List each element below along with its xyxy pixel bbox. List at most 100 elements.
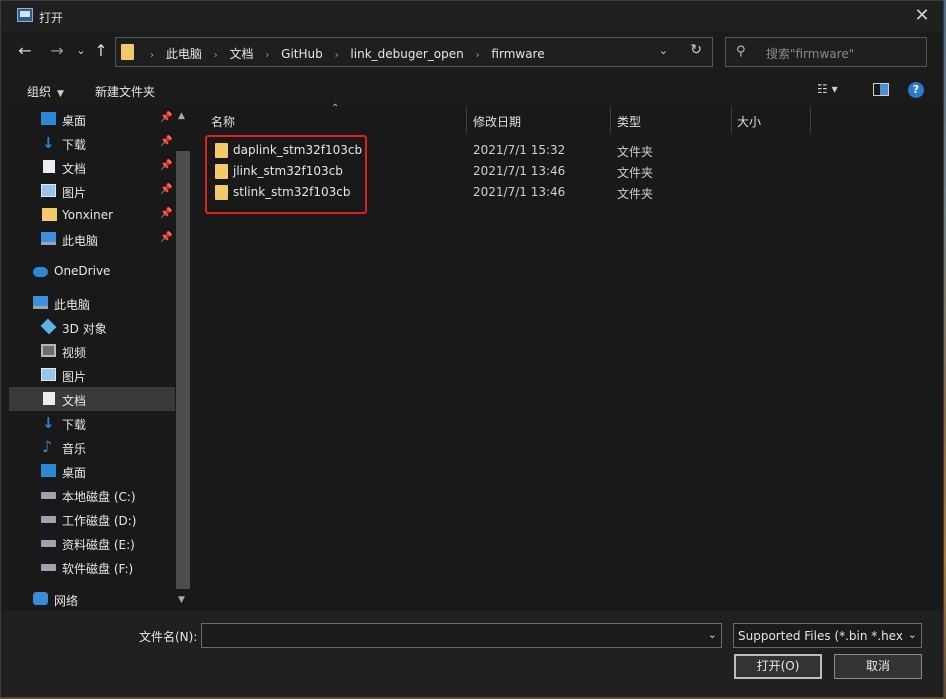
filename-label: 文件名(N):	[139, 630, 198, 644]
download-icon: ↓	[42, 134, 55, 152]
sidebar-item-label: 图片	[62, 186, 87, 200]
sidebar-item-downloads-pc[interactable]: ↓ 下载	[9, 411, 175, 435]
breadcrumb-item[interactable]: 此电脑	[166, 45, 202, 62]
network-icon	[33, 592, 48, 605]
chevron-down-icon[interactable]: ⌄	[708, 628, 717, 641]
file-date: 2021/7/1 13:46	[473, 164, 566, 178]
sidebar-item-pictures-pc[interactable]: 图片	[9, 363, 175, 387]
sidebar-item-network[interactable]: 网络	[9, 587, 175, 611]
dialog-footer: 文件名(N): ⌄ Supported Files (*.bin *.hex *…	[1, 611, 943, 697]
file-type: 文件夹	[617, 166, 654, 180]
sidebar-item-videos[interactable]: 视频	[9, 339, 175, 363]
sidebar-item-drive-e[interactable]: 资料磁盘 (E:)	[9, 531, 175, 555]
desktop-icon	[41, 112, 56, 125]
chevron-down-icon[interactable]: ⌄	[659, 44, 668, 57]
sidebar-item-pictures[interactable]: 图片 📌	[9, 179, 175, 203]
column-header-size[interactable]: 大小	[732, 107, 812, 133]
sidebar-item-label: 资料磁盘 (E:)	[62, 538, 135, 552]
sidebar-item-label: 下载	[62, 138, 87, 152]
this-pc-icon	[33, 296, 48, 309]
open-button[interactable]: 打开(O)	[734, 654, 822, 679]
file-type-filter-select[interactable]: Supported Files (*.bin *.hex * ⌄	[733, 623, 922, 648]
scrollbar-thumb[interactable]	[176, 151, 190, 589]
organize-button[interactable]: 组织 ▼	[27, 83, 64, 100]
column-divider[interactable]	[810, 107, 811, 133]
column-header-label: 名称	[211, 115, 236, 129]
column-header-name[interactable]: ⌃ 名称	[193, 103, 467, 133]
chevron-right-icon[interactable]: ›	[150, 50, 154, 61]
sidebar-item-desktop-pc[interactable]: 桌面	[9, 459, 175, 483]
sidebar-item-label: 桌面	[62, 114, 87, 128]
sidebar-item-drive-f[interactable]: 软件磁盘 (F:)	[9, 555, 175, 579]
up-arrow-icon[interactable]: ↑	[91, 41, 111, 61]
scroll-up-icon[interactable]: ▲	[178, 111, 185, 121]
sidebar-item-label: 软件磁盘 (F:)	[62, 562, 134, 576]
cancel-button[interactable]: 取消	[834, 654, 922, 679]
download-icon: ↓	[42, 414, 55, 432]
sidebar-item-label: 桌面	[62, 466, 87, 480]
column-header-type[interactable]: 类型	[611, 107, 732, 133]
new-folder-button[interactable]: 新建文件夹	[95, 83, 155, 100]
sidebar-item-this-pc[interactable]: 此电脑 📌	[9, 227, 175, 251]
pin-icon: 📌	[160, 136, 173, 147]
file-type: 文件夹	[617, 187, 654, 201]
sidebar-item-label: 文档	[62, 394, 87, 408]
document-icon	[43, 392, 55, 405]
address-bar[interactable]: › 此电脑 › 文档 › GitHub › link_debuger_open …	[115, 37, 713, 67]
close-icon[interactable]: ✕	[911, 5, 933, 27]
chevron-right-icon[interactable]: ›	[214, 50, 218, 61]
caret-down-icon: ▼	[57, 89, 64, 99]
sidebar-item-label: 文档	[62, 162, 87, 176]
file-date: 2021/7/1 13:46	[473, 185, 566, 199]
preview-pane-icon[interactable]	[873, 83, 889, 96]
toolbar: 组织 ▼ 新建文件夹 ☷ ▾ ?	[1, 73, 943, 107]
sidebar-item-yonxiner[interactable]: Yonxiner 📌	[9, 203, 175, 227]
view-options-icon[interactable]: ☷ ▾	[817, 82, 838, 96]
file-list: ⌃ 名称 修改日期 类型 大小 daplink_stm32f103cb 2021…	[193, 103, 943, 611]
breadcrumb-item[interactable]: GitHub	[281, 47, 323, 61]
sidebar-item-label: 音乐	[62, 442, 87, 456]
column-header-date[interactable]: 修改日期	[467, 107, 611, 133]
sidebar-item-downloads[interactable]: ↓ 下载 📌	[9, 131, 175, 155]
sidebar-item-this-pc-root[interactable]: 此电脑	[9, 291, 175, 315]
sidebar-item-documents-pc[interactable]: 文档	[9, 387, 175, 411]
sort-ascending-icon: ⌃	[331, 103, 340, 114]
scroll-down-icon[interactable]: ▼	[178, 595, 185, 605]
sidebar-item-3d-objects[interactable]: 3D 对象	[9, 315, 175, 339]
help-icon[interactable]: ?	[908, 82, 924, 98]
sidebar-item-drive-d[interactable]: 工作磁盘 (D:)	[9, 507, 175, 531]
back-arrow-icon[interactable]: ←	[15, 41, 35, 61]
recent-locations-chevron-icon[interactable]: ⌄	[71, 41, 91, 61]
sidebar-item-drive-c[interactable]: 本地磁盘 (C:)	[9, 483, 175, 507]
sidebar-item-onedrive[interactable]: OneDrive	[9, 259, 175, 283]
forward-arrow-icon[interactable]: →	[47, 41, 67, 61]
breadcrumb-item[interactable]: link_debuger_open	[350, 47, 463, 61]
drive-icon	[41, 564, 56, 571]
sidebar-item-label: 下载	[62, 418, 87, 432]
folder-icon	[42, 208, 57, 221]
sidebar-item-label: 此电脑	[54, 298, 91, 312]
navigation-scrollbar[interactable]: ▲ ▼	[175, 107, 191, 611]
sidebar-item-music[interactable]: ♪ 音乐	[9, 435, 175, 459]
sidebar-item-label: 网络	[54, 594, 79, 608]
refresh-icon[interactable]: ↻	[690, 42, 702, 58]
annotation-highlight-box	[205, 135, 367, 214]
column-header-label: 修改日期	[473, 115, 522, 129]
sidebar-item-documents[interactable]: 文档 📌	[9, 155, 175, 179]
filename-input[interactable]: ⌄	[201, 623, 722, 648]
sidebar-item-label: 本地磁盘 (C:)	[62, 490, 136, 504]
navigation-row: ← → ⌄ ↑ › 此电脑 › 文档 › GitHub › link_debug…	[1, 31, 943, 73]
pin-icon: 📌	[160, 160, 173, 171]
chevron-right-icon[interactable]: ›	[335, 50, 339, 61]
sidebar-item-label: 工作磁盘 (D:)	[62, 514, 137, 528]
sidebar-item-label: 3D 对象	[62, 322, 107, 336]
search-box[interactable]: ⚲ 搜索"firmware"	[725, 37, 927, 67]
breadcrumb: › 此电脑 › 文档 › GitHub › link_debuger_open …	[142, 45, 545, 62]
breadcrumb-item[interactable]: 文档	[230, 45, 254, 62]
sidebar-item-desktop[interactable]: 桌面 📌	[9, 107, 175, 131]
breadcrumb-item[interactable]: firmware	[491, 47, 544, 61]
chevron-right-icon[interactable]: ›	[476, 50, 480, 61]
organize-label: 组织	[27, 85, 52, 99]
chevron-right-icon[interactable]: ›	[265, 50, 269, 61]
this-pc-icon	[41, 232, 56, 245]
